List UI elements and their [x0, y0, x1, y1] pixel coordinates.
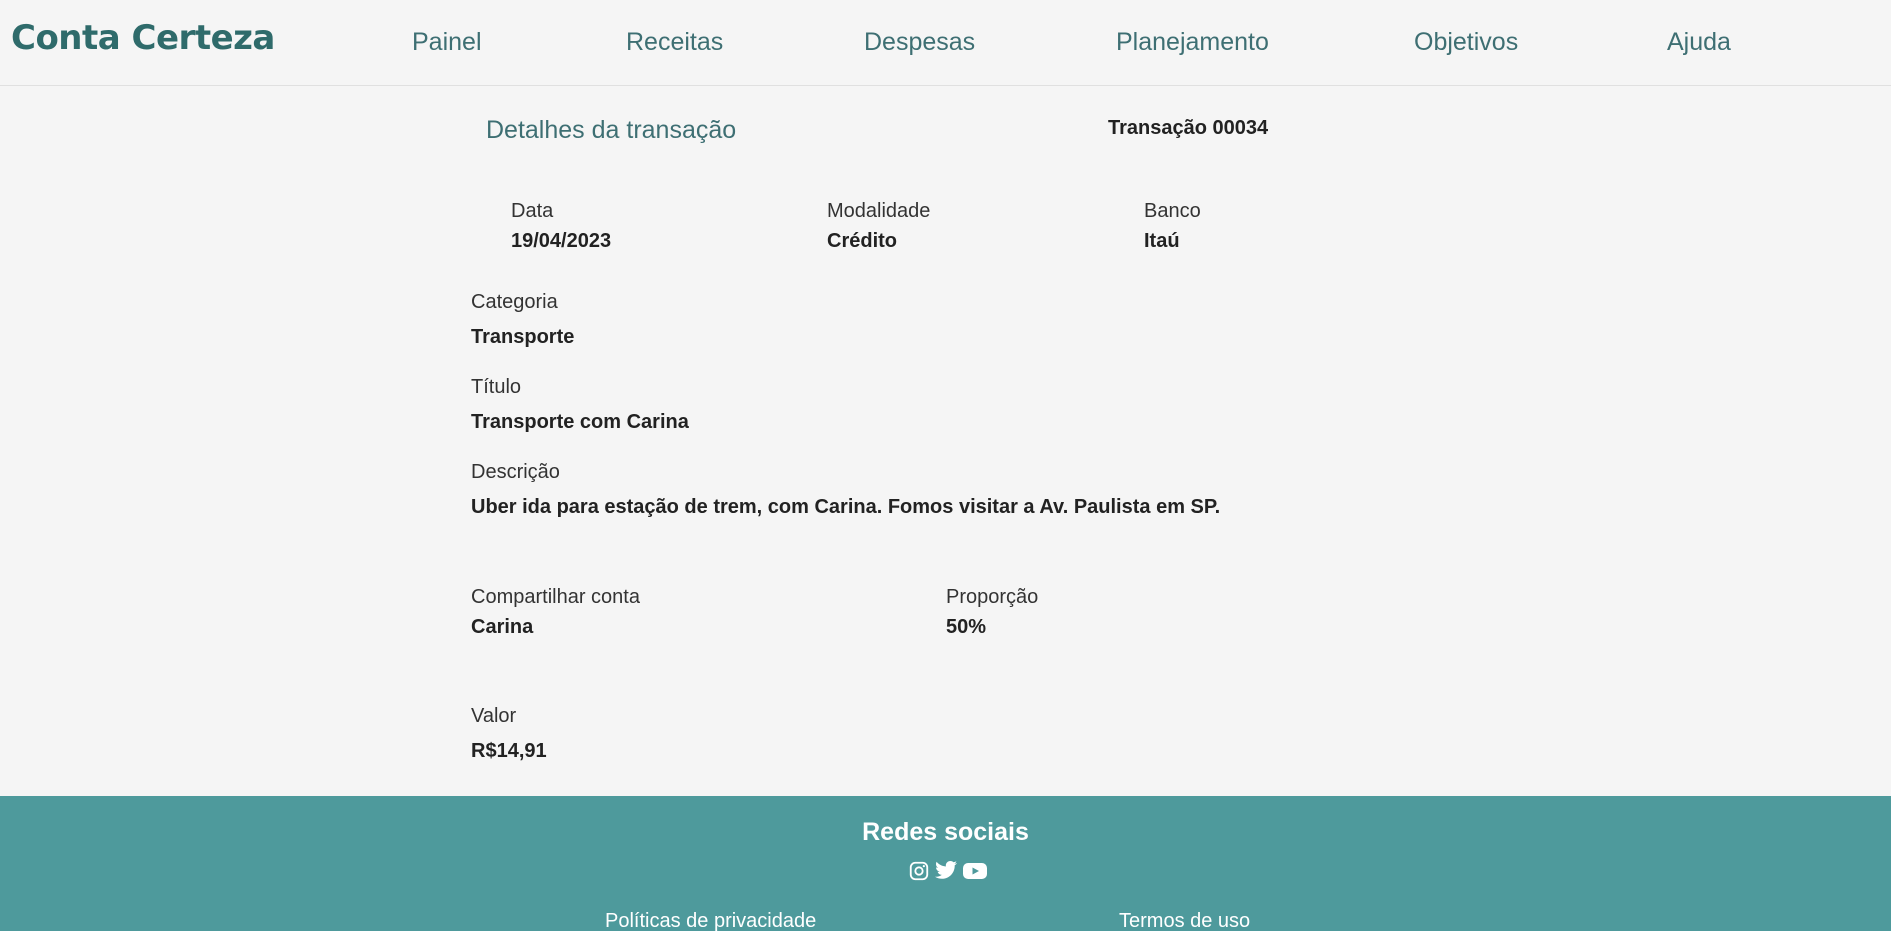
bank-value: Itaú [1144, 230, 1180, 252]
amount-label: Valor [471, 705, 517, 727]
section-title: Detalhes da transação [486, 116, 737, 144]
nav-planejamento[interactable]: Planejamento [1116, 28, 1269, 57]
bank-label: Banco [1144, 200, 1201, 222]
transaction-id: Transação 00034 [1108, 117, 1269, 139]
footer: Redes sociais Políticas de privacidade T… [0, 796, 1891, 931]
terms-of-use-link[interactable]: Termos de uso [1119, 910, 1250, 931]
mode-value: Crédito [827, 230, 897, 252]
brand-logo[interactable]: Conta Certeza [11, 18, 275, 58]
nav-painel[interactable]: Painel [412, 28, 482, 57]
nav-objetivos[interactable]: Objetivos [1414, 28, 1518, 57]
amount-value: R$14,91 [471, 740, 547, 762]
category-value: Transporte [471, 326, 575, 348]
youtube-icon[interactable] [962, 860, 988, 882]
twitter-icon[interactable] [934, 860, 958, 882]
proportion-label: Proporção [946, 586, 1039, 608]
mode-label: Modalidade [827, 200, 931, 222]
share-value: Carina [471, 616, 534, 638]
footer-title: Redes sociais [862, 818, 1029, 846]
category-label: Categoria [471, 291, 558, 313]
share-label: Compartilhar conta [471, 586, 640, 608]
instagram-icon[interactable] [908, 860, 930, 882]
description-value: Uber ida para estação de trem, com Carin… [471, 496, 1221, 518]
social-links [908, 860, 988, 882]
description-label: Descrição [471, 461, 560, 483]
date-value: 19/04/2023 [511, 230, 612, 252]
proportion-value: 50% [946, 616, 987, 638]
nav-ajuda[interactable]: Ajuda [1667, 28, 1731, 57]
date-label: Data [511, 200, 554, 222]
nav-receitas[interactable]: Receitas [626, 28, 723, 57]
top-navbar: Conta Certeza Painel Receitas Despesas P… [0, 0, 1891, 86]
title-label: Título [471, 376, 522, 398]
title-value: Transporte com Carina [471, 411, 689, 433]
nav-despesas[interactable]: Despesas [864, 28, 975, 57]
privacy-policy-link[interactable]: Políticas de privacidade [605, 910, 816, 931]
